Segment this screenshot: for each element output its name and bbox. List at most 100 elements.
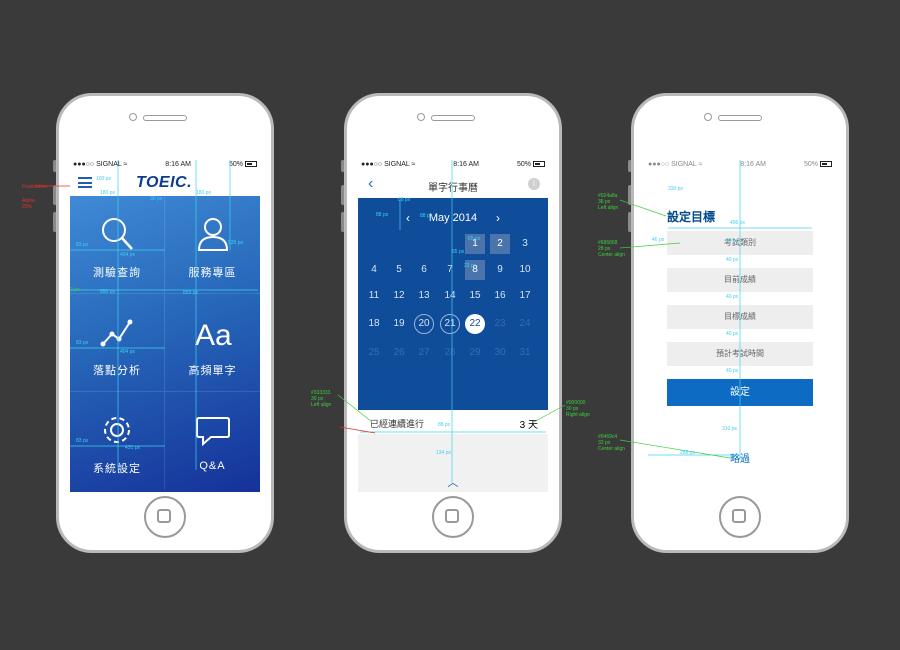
- calendar-day[interactable]: 4: [364, 260, 384, 280]
- calendar-day[interactable]: 11: [364, 286, 384, 306]
- tile-label: 服務專區: [188, 267, 237, 279]
- home-button[interactable]: [144, 496, 186, 538]
- tile-qa[interactable]: Q&A: [165, 392, 260, 490]
- exam-date-field[interactable]: 預計考試時間: [667, 342, 813, 366]
- annotation: #000000 30 px Right align: [566, 400, 590, 418]
- battery-icon: [819, 160, 832, 167]
- page-title: 單字行事曆: [428, 183, 478, 194]
- target-score-field[interactable]: 目標成績: [667, 305, 813, 329]
- calendar-day[interactable]: 10: [515, 260, 535, 280]
- annotation: 310 px: [722, 426, 738, 432]
- status-time: 8:16 AM: [453, 160, 479, 168]
- tile-label: Q&A: [199, 460, 226, 472]
- expand-up-chevron-icon[interactable]: ︿: [358, 474, 548, 490]
- calendar-day[interactable]: 18: [364, 314, 384, 334]
- calendar-day[interactable]: 28: [440, 343, 460, 363]
- annotation: 134 px: [436, 450, 452, 456]
- annotation: 40 px: [726, 257, 739, 263]
- nav-bar: ‹ 單字行事曆 i: [358, 170, 548, 198]
- prev-month-chevron-icon[interactable]: ‹: [406, 211, 410, 225]
- toeic-logo: TOEIC.: [136, 174, 193, 191]
- tile-label: 系統設定: [93, 463, 141, 475]
- status-bar: ●●●○○ SIGNAL ≈ 8:16 AM 50%: [645, 158, 835, 170]
- calendar-day[interactable]: 21: [440, 314, 460, 334]
- tile-label: 高頻單字: [188, 365, 237, 377]
- tile-label: 落點分析: [93, 365, 141, 377]
- annotation: 88 px: [398, 197, 411, 203]
- calendar-day[interactable]: 7: [440, 260, 460, 280]
- annotation: 83 px: [76, 340, 89, 346]
- camera-icon: [129, 113, 137, 121]
- phone-frame-1: ●●●○○ SIGNAL ≈ 8:16 AM 50% TOEIC. 測驗查詢 服…: [56, 93, 274, 553]
- annotation: 520 px: [228, 240, 244, 246]
- annotation: 40 px: [726, 331, 739, 337]
- calendar-day[interactable]: 5: [389, 260, 409, 280]
- calendar-day[interactable]: 30: [490, 343, 510, 363]
- calendar-day[interactable]: 9: [490, 260, 510, 280]
- status-time: 8:16 AM: [740, 160, 766, 168]
- calendar-day[interactable]: 12: [389, 286, 409, 306]
- calendar-day[interactable]: 2: [490, 234, 510, 254]
- search-icon: [102, 218, 133, 250]
- annotation: 30 px: [150, 196, 163, 202]
- trend-chart-icon: [100, 319, 133, 347]
- user-icon: [197, 218, 228, 251]
- annotation: #0469c4 32 px Center align: [598, 434, 625, 452]
- tile-service-area[interactable]: 服務專區: [165, 196, 260, 294]
- calendar-day[interactable]: 3: [515, 234, 535, 254]
- home-button[interactable]: [719, 496, 761, 538]
- status-bar: ●●●○○ SIGNAL ≈ 8:16 AM 50%: [358, 158, 548, 170]
- battery-indicator: 50%: [804, 161, 832, 168]
- calendar: ‹ May 2014 › 1 2 3 4 5 6 7 8 9 10 11 12 13 14 15 16 17 18…: [358, 198, 548, 410]
- calendar-day[interactable]: 23: [490, 314, 510, 334]
- next-month-chevron-icon[interactable]: ›: [496, 211, 500, 225]
- annotation: 83 px: [76, 242, 89, 248]
- annotation: 65 px: [468, 236, 481, 242]
- calendar-day-today[interactable]: 22: [465, 314, 485, 334]
- annotation: 404 px: [120, 349, 136, 355]
- calendar-day[interactable]: 19: [389, 314, 409, 334]
- calendar-day[interactable]: 25: [364, 343, 384, 363]
- calendar-day[interactable]: 16: [490, 286, 510, 306]
- annotation: 40 px: [726, 368, 739, 374]
- camera-icon: [417, 113, 425, 121]
- annotation: 859 px: [183, 290, 199, 296]
- battery-indicator: 50%: [517, 161, 545, 168]
- tile-label: 測驗查詢: [93, 267, 141, 279]
- app-header: TOEIC.: [70, 170, 260, 196]
- calendar-day[interactable]: 15: [465, 286, 485, 306]
- annotation: 288 px: [680, 450, 696, 456]
- screen-vocab-calendar: ●●●○○ SIGNAL ≈ 8:16 AM 50% ‹ 單字行事曆 i ‹ M…: [358, 158, 548, 492]
- info-icon[interactable]: i: [528, 178, 540, 190]
- calendar-day[interactable]: 20: [414, 314, 434, 334]
- calendar-day[interactable]: 26: [389, 343, 409, 363]
- annotation: 180 px: [100, 190, 116, 196]
- calendar-day[interactable]: 6: [414, 260, 434, 280]
- bottom-panel: ︿: [358, 434, 548, 492]
- calendar-day[interactable]: 27: [414, 343, 434, 363]
- signal-text: ●●●○○ SIGNAL ≈: [73, 160, 128, 168]
- calendar-day[interactable]: 31: [515, 343, 535, 363]
- signal-text: ●●●○○ SIGNAL ≈: [361, 160, 416, 168]
- speaker-grille: [718, 115, 762, 121]
- calendar-day[interactable]: 14: [440, 286, 460, 306]
- status-bar: ●●●○○ SIGNAL ≈ 8:16 AM 50%: [70, 158, 260, 170]
- tile-vocabulary[interactable]: Aa 高頻單字: [165, 294, 260, 392]
- set-button[interactable]: 設定: [667, 379, 813, 406]
- annotation: 850 px: [100, 289, 116, 295]
- hamburger-menu-icon[interactable]: [78, 177, 92, 189]
- annotation: Foundation: [22, 184, 48, 190]
- annotation: 46 px: [652, 237, 665, 243]
- streak-row: 已經連續進行 3 天: [358, 410, 548, 435]
- calendar-day[interactable]: 13: [414, 286, 434, 306]
- exam-type-field[interactable]: 考試類別: [667, 231, 813, 255]
- calendar-day[interactable]: 29: [465, 343, 485, 363]
- current-score-field[interactable]: 目前成績: [667, 268, 813, 292]
- chat-bubble-icon: [195, 417, 230, 447]
- gear-icon: [104, 417, 130, 443]
- calendar-day[interactable]: 17: [515, 286, 535, 306]
- home-button[interactable]: [432, 496, 474, 538]
- battery-icon: [532, 160, 545, 167]
- skip-link[interactable]: 略過: [645, 450, 835, 465]
- calendar-day[interactable]: 24: [515, 314, 535, 334]
